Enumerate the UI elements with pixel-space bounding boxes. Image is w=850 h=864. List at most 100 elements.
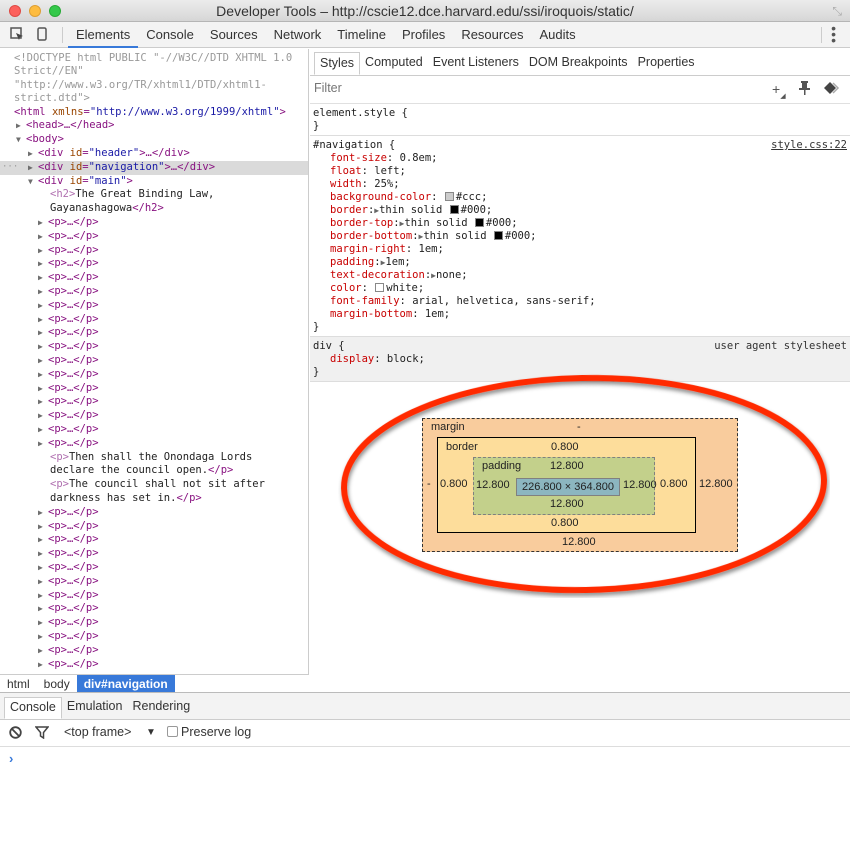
dom-node-p[interactable]: ▶ <p>…</p>	[0, 244, 308, 258]
dom-node-p[interactable]: ▶ <p>…</p>	[0, 423, 308, 437]
expand-triangle-icon[interactable]: ▶	[38, 437, 48, 451]
tab-timeline[interactable]: Timeline	[329, 22, 394, 48]
dom-node-p[interactable]: ▶ <p>…</p>	[0, 575, 308, 589]
expand-triangle-icon[interactable]: ▶	[38, 658, 48, 672]
tab-console[interactable]: Console	[138, 22, 202, 48]
filter-icon[interactable]	[34, 726, 50, 742]
expand-triangle-icon[interactable]: ▶	[38, 547, 48, 561]
expand-triangle-icon[interactable]: ▶	[38, 299, 48, 313]
dom-node-div-header[interactable]: ▶ <div id="header">…</div>	[0, 147, 308, 161]
tab-styles[interactable]: Styles	[314, 52, 361, 75]
dom-node-p[interactable]: ▶ <p>…</p>	[0, 354, 308, 368]
dom-node-p[interactable]: ▶ <p>…</p>	[0, 313, 308, 327]
tab-sources[interactable]: Sources	[202, 22, 266, 48]
color-swatch[interactable]	[449, 205, 459, 214]
dom-node-p-text[interactable]: <p>The council shall not sit after	[0, 478, 308, 492]
dom-node-p[interactable]: ▶ <p>…</p>	[0, 506, 308, 520]
dom-node-p[interactable]: ▶ <p>…</p>	[0, 271, 308, 285]
dom-node-h2-cont[interactable]: Gayanashagowa</h2>	[0, 202, 308, 216]
tab-dom-breakpoints[interactable]: DOM Breakpoints	[524, 52, 633, 75]
expand-triangle-icon[interactable]: ▶	[38, 313, 48, 327]
rule-selector[interactable]: #navigation {	[313, 139, 847, 152]
style-property[interactable]: border-bottom:▶thin solid #000;	[313, 230, 847, 243]
style-property[interactable]: text-decoration:▶none;	[313, 269, 847, 282]
pin-icon[interactable]	[799, 81, 810, 98]
expand-triangle-icon[interactable]: ▶	[38, 285, 48, 299]
dom-node-div-main[interactable]: ▼ <div id="main">	[0, 175, 308, 189]
tab-audits[interactable]: Audits	[531, 22, 583, 48]
stylesheet-source-link[interactable]: style.css:22	[771, 139, 847, 152]
style-property[interactable]: border-top:▶thin solid #000;	[313, 217, 847, 230]
dom-node-p[interactable]: ▶ <p>…</p>	[0, 299, 308, 313]
preserve-log-checkbox[interactable]: Preserve log	[167, 725, 251, 739]
more-icon[interactable]: ···	[2, 161, 18, 175]
tab-computed[interactable]: Computed	[360, 52, 428, 75]
style-property[interactable]: margin-bottom: 1em;	[313, 308, 847, 321]
color-swatch[interactable]	[444, 192, 454, 201]
style-property[interactable]: float: left;	[313, 165, 847, 178]
expand-triangle-icon[interactable]: ▶	[38, 644, 48, 658]
dom-node-div-navigation[interactable]: ··· ▶ <div id="navigation">…</div>	[0, 160, 308, 175]
expand-triangle-icon[interactable]: ▶	[38, 561, 48, 575]
dom-node-p[interactable]: ▶ <p>…</p>	[0, 437, 308, 451]
dom-node-p-text-cont[interactable]: declare the council open.</p>	[0, 464, 308, 478]
toggle-element-state-icon[interactable]	[824, 81, 840, 97]
dom-node-p[interactable]: ▶ <p>…</p>	[0, 326, 308, 340]
dom-node-p[interactable]: ▶ <p>…</p>	[0, 547, 308, 561]
style-property[interactable]: color: white;	[313, 282, 847, 295]
dom-node-head[interactable]: ▶ <head>…</head>	[0, 119, 308, 133]
expand-triangle-icon[interactable]: ▶	[38, 423, 48, 437]
expand-triangle-icon[interactable]: ▶	[38, 409, 48, 423]
dom-node-p[interactable]: ▶ <p>…</p>	[0, 230, 308, 244]
style-property[interactable]: margin-right: 1em;	[313, 243, 847, 256]
dropdown-arrow-icon[interactable]: ▼	[146, 727, 156, 738]
dom-node-p[interactable]: ▶ <p>…</p>	[0, 395, 308, 409]
style-property[interactable]: background-color: #ccc;	[313, 191, 847, 204]
style-property[interactable]: width: 25%;	[313, 178, 847, 191]
style-property[interactable]: display: block;	[313, 353, 847, 366]
tab-properties[interactable]: Properties	[633, 52, 700, 75]
expand-triangle-icon[interactable]: ▶	[28, 147, 38, 161]
dom-node-p[interactable]: ▶ <p>…</p>	[0, 561, 308, 575]
checkbox-box[interactable]	[167, 726, 178, 737]
fullscreen-icon[interactable]: ⤡	[832, 4, 842, 19]
expand-triangle-icon[interactable]: ▶	[38, 589, 48, 603]
expand-triangle-icon[interactable]: ▶	[38, 616, 48, 630]
dom-node-p[interactable]: ▶ <p>…</p>	[0, 589, 308, 603]
breadcrumb-div-navigation[interactable]: div#navigation	[76, 675, 175, 692]
expand-triangle-icon[interactable]: ▶	[38, 271, 48, 285]
dom-node-p-text-cont[interactable]: darkness has set in.</p>	[0, 492, 308, 506]
color-swatch[interactable]	[474, 218, 484, 227]
dom-node-p[interactable]: ▶ <p>…</p>	[0, 340, 308, 354]
dom-node-p[interactable]: ▶ <p>…</p>	[0, 658, 308, 672]
collapse-triangle-icon[interactable]: ▼	[16, 133, 26, 147]
breadcrumb-html[interactable]: html	[0, 675, 37, 692]
tab-resources[interactable]: Resources	[453, 22, 531, 48]
more-options-icon[interactable]: • • •	[831, 21, 836, 47]
expand-triangle-icon[interactable]: ▶	[28, 161, 38, 175]
dom-node-p[interactable]: ▶ <p>…</p>	[0, 630, 308, 644]
dom-node-p[interactable]: ▶ <p>…</p>	[0, 616, 308, 630]
drawer-tab-rendering[interactable]: Rendering	[127, 697, 195, 719]
style-property[interactable]: font-family: arial, helvetica, sans-seri…	[313, 295, 847, 308]
color-swatch[interactable]	[375, 283, 385, 292]
expand-triangle-icon[interactable]: ▶	[38, 602, 48, 616]
dom-node-p[interactable]: ▶ <p>…</p>	[0, 257, 308, 271]
dom-node-body[interactable]: ▼ <body>	[0, 133, 308, 147]
rule-selector[interactable]: element.style {	[313, 107, 847, 120]
dom-node-p[interactable]: ▶ <p>…</p>	[0, 520, 308, 534]
drawer-tab-console[interactable]: Console	[4, 697, 62, 719]
tab-elements[interactable]: Elements	[68, 22, 139, 48]
expand-triangle-icon[interactable]: ▶	[38, 575, 48, 589]
expand-triangle-icon[interactable]: ▶	[38, 395, 48, 409]
dom-node-p[interactable]: ▶ <p>…</p>	[0, 368, 308, 382]
dom-node-p[interactable]: ▶ <p>…</p>	[0, 644, 308, 658]
clear-console-icon[interactable]	[9, 726, 22, 742]
style-property[interactable]: font-size: 0.8em;	[313, 152, 847, 165]
frame-select[interactable]: <top frame>	[64, 725, 131, 739]
expand-triangle-icon[interactable]: ▶	[38, 216, 48, 230]
expand-triangle-icon[interactable]: ▶	[38, 520, 48, 534]
expand-triangle-icon[interactable]: ▶	[38, 354, 48, 368]
expand-triangle-icon[interactable]: ▶	[38, 533, 48, 547]
expand-triangle-icon[interactable]: ▶	[38, 257, 48, 271]
